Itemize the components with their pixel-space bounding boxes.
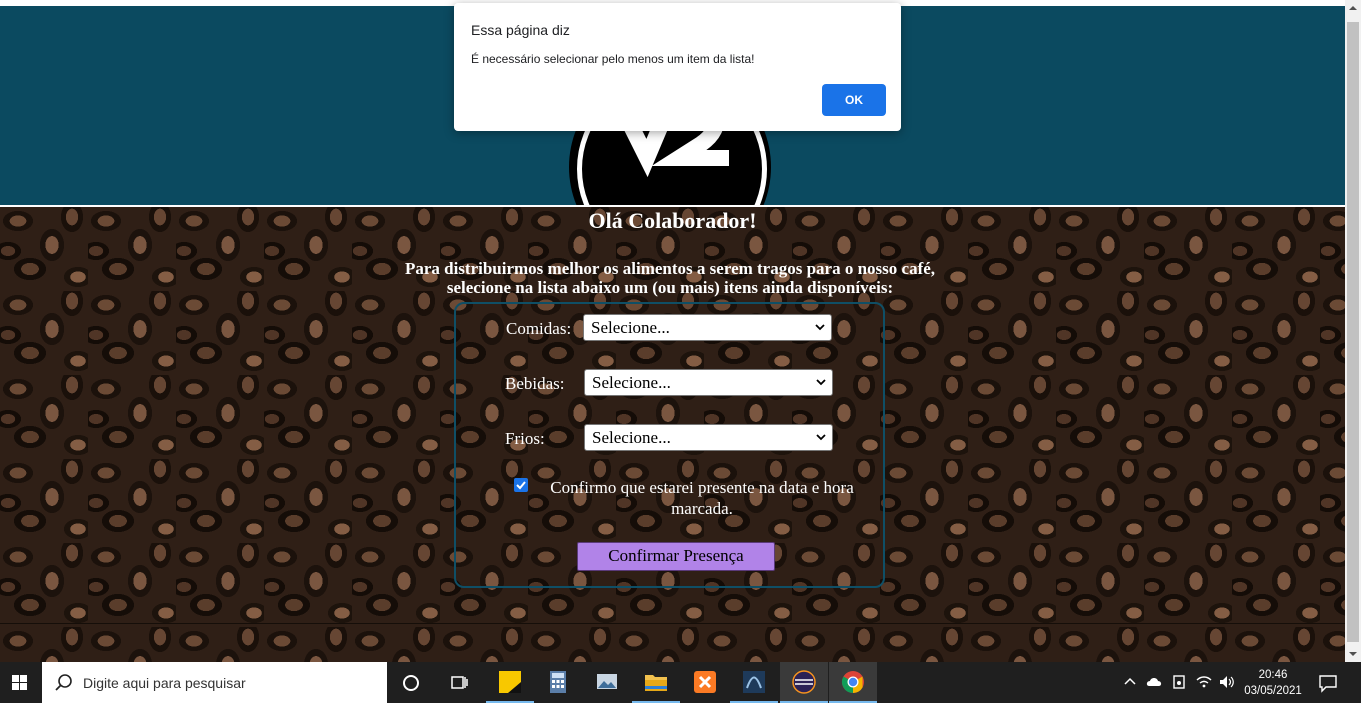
- device-icon[interactable]: [1171, 674, 1187, 690]
- chrome-app[interactable]: [829, 662, 877, 703]
- chrome-icon: [842, 671, 864, 693]
- intro-text: Para distribuirmos melhor os alimentos a…: [370, 259, 970, 297]
- vertical-scrollbar[interactable]: [1345, 0, 1361, 662]
- confirm-presence-label: Confirmo que estarei presente na data e …: [530, 477, 874, 519]
- alert-message: É necessário selecionar pelo menos um it…: [471, 52, 755, 66]
- comidas-select-value: Selecione...: [591, 318, 670, 337]
- alert-dialog: Essa página diz É necessário selecionar …: [454, 3, 901, 131]
- page-title: Olá Colaborador!: [588, 208, 757, 233]
- calculator-app[interactable]: [534, 662, 582, 703]
- file-explorer-app[interactable]: [632, 662, 680, 703]
- task-view-button[interactable]: [435, 662, 483, 703]
- bebidas-label: Bebidas:: [505, 374, 565, 393]
- confirm-presence-checkbox[interactable]: [514, 478, 528, 492]
- checkmark-icon: [516, 481, 526, 490]
- background-seam: [0, 623, 1345, 624]
- file-explorer-icon: [645, 675, 667, 691]
- eclipse-app[interactable]: [780, 662, 828, 703]
- xampp-app[interactable]: [681, 662, 729, 703]
- chevron-down-icon: [815, 324, 825, 331]
- clock-time: 20:46: [1258, 669, 1288, 681]
- frios-label: Frios:: [505, 429, 545, 448]
- search-placeholder: Digite aqui para pesquisar: [83, 675, 246, 691]
- scroll-down-arrow-icon[interactable]: [1345, 646, 1361, 662]
- chevron-down-icon: [816, 434, 826, 441]
- cortana-button[interactable]: [387, 662, 435, 703]
- taskbar-search[interactable]: Digite aqui para pesquisar: [42, 662, 387, 703]
- photos-app[interactable]: [583, 662, 631, 703]
- alert-ok-button[interactable]: OK: [822, 84, 886, 116]
- intro-line-2: selecione na lista abaixo um (ou mais) i…: [446, 278, 894, 297]
- frios-select-value: Selecione...: [592, 428, 671, 447]
- windows-taskbar: Digite aqui para pesquisar 20:46 03/05/2…: [0, 662, 1361, 703]
- alert-title: Essa página diz: [471, 22, 570, 38]
- comidas-select[interactable]: Selecione...: [583, 314, 832, 341]
- eclipse-icon: [792, 670, 816, 694]
- scroll-up-arrow-icon[interactable]: [1345, 0, 1361, 16]
- confirm-presence-button[interactable]: Confirmar Presença: [577, 542, 775, 571]
- xampp-icon: [694, 671, 716, 693]
- notifications-icon[interactable]: [1318, 673, 1338, 693]
- sql-developer-icon: [743, 671, 765, 693]
- sql-developer-app[interactable]: [730, 662, 778, 703]
- system-clock[interactable]: 20:46 03/05/2021: [1240, 667, 1306, 699]
- volume-icon[interactable]: [1218, 674, 1236, 690]
- chevron-down-icon: [816, 379, 826, 386]
- bebidas-select[interactable]: Selecione...: [584, 369, 833, 396]
- chevron-up-icon[interactable]: [1123, 674, 1137, 690]
- sticky-notes-icon: [499, 671, 521, 693]
- wifi-icon[interactable]: [1195, 674, 1213, 690]
- cortana-icon: [403, 675, 419, 691]
- confirm-label-line-1: Confirmo que estarei presente na data e …: [550, 478, 854, 497]
- sticky-notes-app[interactable]: [486, 662, 534, 703]
- scrollbar-thumb[interactable]: [1347, 22, 1359, 642]
- calculator-icon: [550, 671, 566, 693]
- comidas-label: Comidas:: [506, 319, 572, 338]
- clock-date: 03/05/2021: [1244, 685, 1302, 697]
- frios-select[interactable]: Selecione...: [584, 424, 833, 451]
- intro-line-1: Para distribuirmos melhor os alimentos a…: [404, 259, 936, 278]
- onedrive-icon[interactable]: [1145, 674, 1165, 690]
- start-button[interactable]: [0, 662, 42, 703]
- windows-logo-icon: [12, 675, 27, 690]
- search-icon: [55, 674, 72, 691]
- task-view-icon: [451, 676, 468, 689]
- photos-icon: [597, 674, 617, 689]
- confirm-label-line-2: marcada.: [671, 499, 733, 518]
- bebidas-select-value: Selecione...: [592, 373, 671, 392]
